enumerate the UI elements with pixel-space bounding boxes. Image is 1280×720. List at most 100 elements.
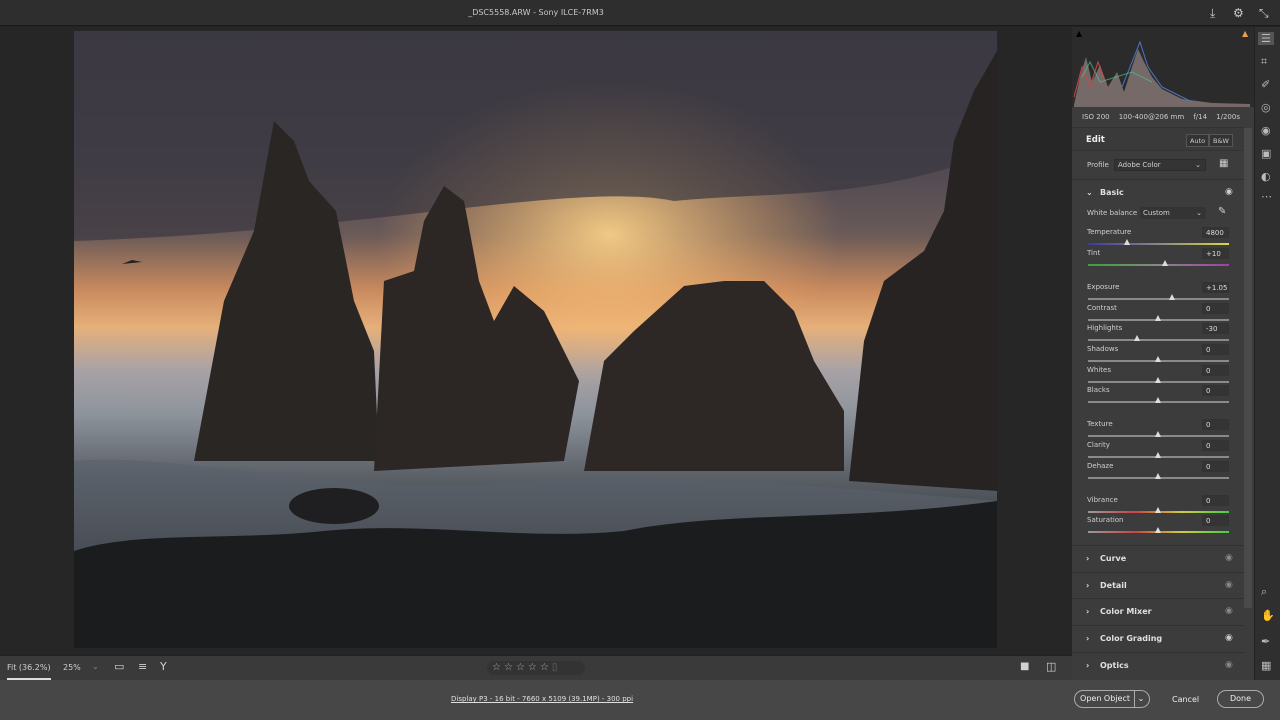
shutter: 1/200s [1216,113,1240,121]
chevron-right-icon: › [1086,580,1090,590]
mask-icon[interactable]: ◎ [1261,101,1271,114]
save-icon[interactable]: ⤓ [1210,6,1215,21]
highlight-clipping-icon[interactable]: ▲ [1242,29,1248,38]
bw-button[interactable]: B&W [1209,134,1233,147]
slider-track[interactable] [1088,260,1229,266]
stars[interactable]: ☆☆☆☆☆ [492,662,552,673]
done-button[interactable]: Done [1217,690,1264,708]
slider-thumb[interactable] [1133,335,1140,341]
presets-icon[interactable]: ◐ [1261,170,1271,183]
section-title: Optics [1100,660,1129,670]
slider-track[interactable] [1088,239,1229,245]
section-color-grading[interactable]: › Color Grading ◉ [1072,625,1244,651]
slider-track[interactable] [1088,527,1229,533]
slider-track[interactable] [1088,356,1229,362]
eye-icon[interactable]: ◉ [1225,553,1233,563]
section-optics[interactable]: › Optics ◉ [1072,651,1244,678]
profile-browser-icon[interactable]: ▦ [1219,158,1228,169]
iso: ISO 200 [1082,113,1110,121]
more-icon[interactable]: ⋯ [1261,190,1272,203]
slider-value-input[interactable]: 0 [1202,365,1229,376]
eye-icon[interactable]: ◉ [1225,660,1233,670]
slider-value-input[interactable]: 0 [1202,344,1229,355]
slider-value-input[interactable]: 0 [1202,515,1229,526]
shadow-clipping-icon[interactable]: ▲ [1076,29,1082,38]
edit-sliders-icon[interactable]: ☰ [1258,32,1274,45]
slider-thumb[interactable] [1155,377,1161,383]
collapse-icon[interactable]: ⤡ [1259,6,1269,21]
section-color-mixer[interactable]: › Color Mixer ◉ [1072,598,1244,624]
slider-track[interactable] [1088,377,1229,383]
eye-icon[interactable]: ◉ [1225,580,1233,590]
slider-value-input[interactable]: +10 [1202,248,1229,259]
eyedropper-icon[interactable]: ✎ [1218,206,1226,217]
slider-thumb[interactable] [1155,452,1161,458]
slider-track[interactable] [1088,507,1229,513]
slider-thumb[interactable] [1162,260,1169,266]
panel-scrollbar[interactable] [1244,128,1252,608]
crop-icon[interactable]: ⌗ [1261,55,1267,69]
slider-track[interactable] [1088,294,1229,300]
slider-value-input[interactable]: +1.05 [1202,282,1229,293]
open-object-button[interactable]: Open Object ⌄ [1074,690,1150,708]
healing-icon[interactable]: ✐ [1261,78,1270,91]
star-rating[interactable]: ☆☆☆☆☆▯ [487,661,585,675]
window-title: _DSC5558.ARW - Sony ILCE-7RM3 [468,8,604,17]
zoom-icon[interactable]: ⌕ [1261,585,1267,599]
gear-icon[interactable]: ⚙ [1233,6,1244,20]
slider-track[interactable] [1088,335,1229,341]
slider-thumb[interactable] [1155,527,1161,533]
slider-value-input[interactable]: 4800 [1202,227,1229,238]
slider-label: Dehaze [1087,462,1114,470]
white-balance-select[interactable]: Custom ⌄ [1140,207,1206,219]
slider-track[interactable] [1088,397,1229,403]
profile-select[interactable]: Adobe Color ⌄ [1114,159,1206,171]
slider-label: Whites [1087,366,1112,374]
cancel-button[interactable]: Cancel [1172,695,1199,704]
section-detail[interactable]: › Detail ◉ [1072,571,1244,598]
zoom-fit-button[interactable]: Fit (36.2%) [7,663,51,680]
auto-button[interactable]: Auto [1186,134,1210,147]
slider-thumb[interactable] [1169,294,1176,300]
slider-thumb[interactable] [1123,239,1130,245]
eye-icon[interactable]: ◉ [1225,633,1233,643]
slider-track[interactable] [1088,315,1229,321]
slider-thumb[interactable] [1155,356,1161,362]
slider-thumb[interactable] [1155,507,1161,513]
slider-thumb[interactable] [1155,431,1161,437]
slider-value-input[interactable]: 0 [1202,419,1229,430]
slider-value-input[interactable]: 0 [1202,495,1229,506]
slider-track[interactable] [1088,452,1229,458]
slider-thumb[interactable] [1155,397,1161,403]
photo-preview[interactable] [74,31,997,648]
slider-thumb[interactable] [1155,473,1161,479]
grid-icon[interactable]: ▦ [1261,659,1271,672]
zoom-level-select[interactable]: 25% [63,663,81,672]
eye-icon[interactable]: ◉ [1225,606,1233,616]
hand-icon[interactable]: ✋ [1261,609,1275,622]
slider-value-input[interactable]: 0 [1202,303,1229,314]
chevron-down-icon[interactable]: ⌄ [1134,691,1147,707]
slider-thumb[interactable] [1155,315,1161,321]
before-after-icon[interactable]: ◫ [1046,660,1056,673]
single-view-icon[interactable]: ■ [1020,661,1029,672]
sort-icon[interactable]: ≡ [138,660,147,673]
sampler-icon[interactable]: ✒ [1261,635,1270,648]
slider-track[interactable] [1088,473,1229,479]
section-curve[interactable]: › Curve ◉ [1072,545,1244,571]
slider-value-input[interactable]: -30 [1202,323,1229,334]
slider-value-input[interactable]: 0 [1202,440,1229,451]
workflow-options-link[interactable]: Display P3 - 16 bit - 7660 x 5109 (39.1M… [451,695,633,703]
trash-icon[interactable]: ▯ [552,662,558,673]
filter-icon[interactable]: Y [160,660,167,673]
slider-value-input[interactable]: 0 [1202,385,1229,396]
slider-value-input[interactable]: 0 [1202,461,1229,472]
bottom-toolbar: Fit (36.2%) 25% ⌄ ▭ ≡ Y ☆☆☆☆☆▯ ■ ◫ [0,655,1072,680]
red-eye-icon[interactable]: ◉ [1261,124,1271,137]
section-basic[interactable]: ⌄ Basic ◉ [1072,179,1244,205]
slider-track[interactable] [1088,431,1229,437]
snapshots-icon[interactable]: ▣ [1261,147,1271,160]
eye-icon[interactable]: ◉ [1225,187,1233,197]
chevron-down-icon[interactable]: ⌄ [92,662,99,671]
filmstrip-icon[interactable]: ▭ [114,660,124,673]
